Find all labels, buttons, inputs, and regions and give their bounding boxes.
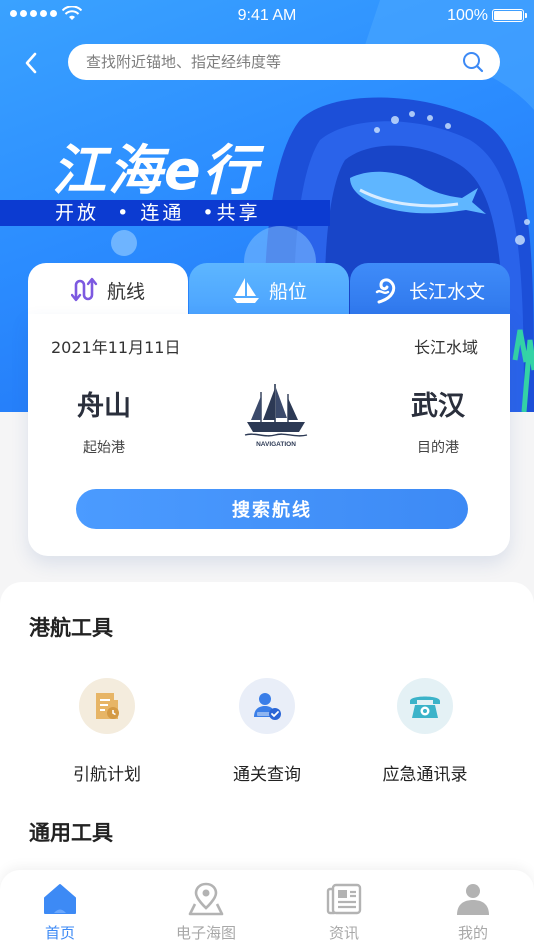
customs-query-label: 通关查询 [233,765,301,785]
pilotage-plan-icon-bg [79,678,135,734]
telephone-icon [410,696,440,718]
port-tools-title: 港航工具 [29,616,113,640]
wave-icon [375,278,396,304]
map-pin-icon [188,882,224,916]
destination-port-label: 目的港 [417,440,459,456]
battery-icon [492,9,527,22]
start-port-label: 起始港 [83,440,125,456]
nav-news[interactable]: 资讯 [294,880,394,943]
pilotage-plan-tool[interactable]: 引航计划 [32,678,182,785]
start-port[interactable]: 舟山 起始港 [59,384,149,457]
destination-port[interactable]: 武汉 目的港 [393,384,483,457]
nav-profile-label: 我的 [457,924,488,942]
battery-percentage: 100% [447,7,488,24]
navigation-ship-logo[interactable]: NAVIGATION [241,380,311,450]
pilotage-plan-label: 引航计划 [73,765,141,785]
nav-news-label: 资讯 [328,924,359,942]
brand-title: 江海e行 [52,139,259,202]
nav-profile[interactable]: 我的 [423,880,523,943]
slogan: 开放 • 连通 •共享 [55,202,261,224]
tab-yangtze-hydrology[interactable]: 长江水文 [350,263,510,317]
home-icon [44,884,76,914]
sailboat-icon [232,278,259,303]
emergency-contacts-tool[interactable]: 应急通讯录 [350,678,500,785]
tab-route[interactable]: 航线 [28,263,188,317]
route-region[interactable]: 长江水域 [414,334,478,358]
tab-route-label: 航线 [106,280,145,303]
customs-query-tool[interactable]: 通关查询 [192,678,342,785]
customs-query-icon-bg [239,678,295,734]
route-date[interactable]: 2021年11月11日 [51,334,180,358]
tab-ship-position[interactable]: 船位 [189,263,349,317]
status-bar: 9:41 AM 100% [0,0,534,32]
newspaper-icon [326,883,362,915]
general-tools-title: 通用工具 [29,821,113,845]
logo-text: NAVIGATION [256,441,296,448]
search-icon[interactable] [462,51,484,73]
search-input[interactable] [86,44,456,80]
emergency-contacts-label: 应急通讯录 [382,765,468,785]
nav-electronic-chart[interactable]: 电子海图 [156,880,256,943]
nav-home-label: 首页 [44,924,75,942]
document-clock-icon [96,693,119,719]
start-port-name: 舟山 [77,391,131,422]
user-check-icon [254,693,281,720]
chevron-left-icon [25,52,37,74]
bottom-navigation: 首页 电子海图 资讯 我的 [0,870,534,950]
nav-electronic-chart-label: 电子海图 [175,924,236,942]
person-icon [457,884,489,915]
emergency-contacts-icon-bg [397,678,453,734]
search-route-button[interactable]: 搜索航线 [76,489,468,529]
tab-yangtze-hydrology-label: 长江水文 [408,280,485,303]
route-tabs: 航线 船位 长江水文 [28,263,510,317]
destination-port-name: 武汉 [411,391,465,422]
search-bar [68,44,500,80]
tab-ship-position-label: 船位 [268,280,307,303]
back-button[interactable] [14,46,48,80]
nav-home[interactable]: 首页 [10,880,110,943]
route-search-card: 2021年11月11日 长江水域 舟山 起始港 NAVIGATION 武汉 目的… [28,314,510,556]
route-icon [70,277,98,302]
